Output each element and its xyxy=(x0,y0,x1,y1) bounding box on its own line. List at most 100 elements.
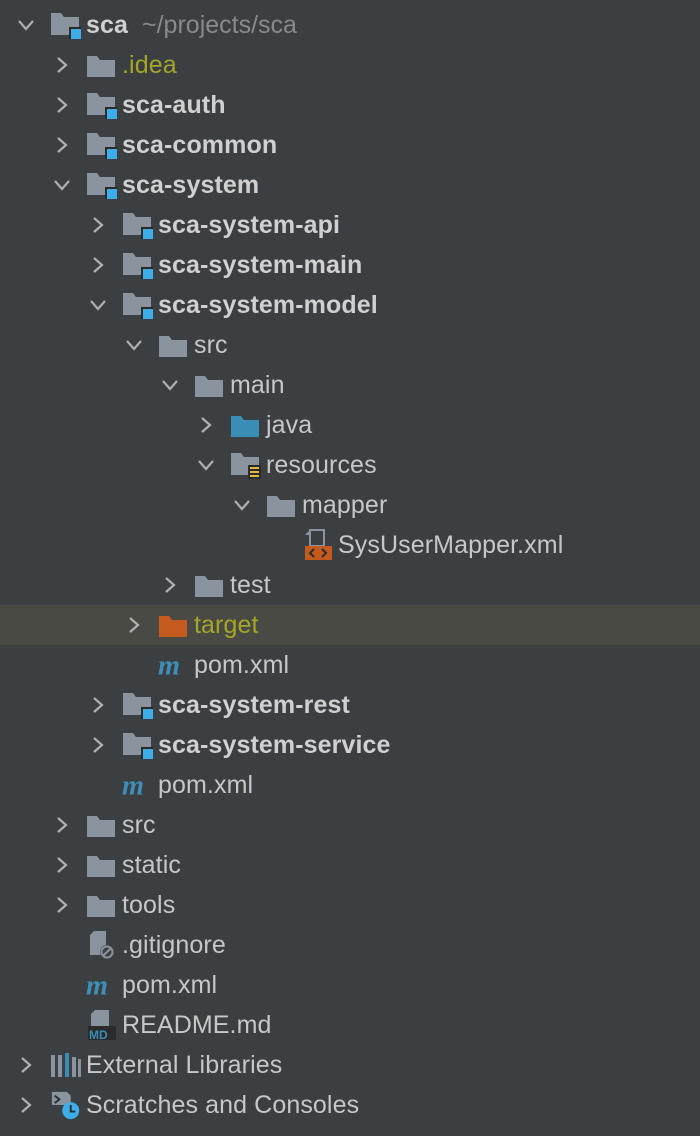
tree-row-resources[interactable]: resources xyxy=(0,445,700,485)
tree-item-label: sca-system-rest xyxy=(158,690,350,719)
tree-row-sca-system-main[interactable]: sca-system-main xyxy=(0,245,700,285)
tree-item-label: README.md xyxy=(122,1010,272,1039)
tree-item-label: java xyxy=(266,410,313,439)
tree-row-gitignore[interactable]: .gitignore xyxy=(0,925,700,965)
tree-row-sca-system-rest[interactable]: sca-system-rest xyxy=(0,685,700,725)
module-folder-icon xyxy=(86,129,118,161)
module-folder-icon xyxy=(50,9,82,41)
tree-item-label: pom.xml xyxy=(194,650,290,679)
tree-row-static[interactable]: static xyxy=(0,845,700,885)
svg-text:m: m xyxy=(86,970,108,1000)
tree-item-label: sca-system-main xyxy=(158,250,363,279)
scratches-icon xyxy=(50,1089,82,1121)
tree-row-src[interactable]: src xyxy=(0,805,700,845)
chevron-down-icon[interactable] xyxy=(122,333,146,357)
module-folder-icon xyxy=(122,209,154,241)
tree-item-label: src xyxy=(122,810,156,839)
svg-text:MD: MD xyxy=(89,1028,108,1041)
chevron-right-icon[interactable] xyxy=(50,133,74,157)
libraries-icon xyxy=(50,1049,82,1081)
project-path: ~/projects/sca xyxy=(142,10,297,39)
tree-row-sca-system[interactable]: sca-system xyxy=(0,165,700,205)
chevron-down-icon[interactable] xyxy=(14,13,38,37)
chevron-right-icon[interactable] xyxy=(86,253,110,277)
tree-row-readme-md[interactable]: MD README.md xyxy=(0,1005,700,1045)
chevron-right-icon[interactable] xyxy=(86,213,110,237)
folder-icon xyxy=(86,809,118,841)
tree-row-main[interactable]: main xyxy=(0,365,700,405)
chevron-right-icon[interactable] xyxy=(50,853,74,877)
gitignore-file-icon xyxy=(86,929,118,961)
module-folder-icon xyxy=(122,289,154,321)
chevron-down-icon[interactable] xyxy=(194,453,218,477)
chevron-right-icon[interactable] xyxy=(50,893,74,917)
source-folder-icon xyxy=(230,409,262,441)
chevron-down-icon[interactable] xyxy=(158,373,182,397)
tree-row-sca-system-service[interactable]: sca-system-service xyxy=(0,725,700,765)
tree-item-label: pom.xml xyxy=(158,770,254,799)
chevron-right-icon[interactable] xyxy=(122,613,146,637)
tree-row-tools[interactable]: tools xyxy=(0,885,700,925)
chevron-down-icon[interactable] xyxy=(50,173,74,197)
tree-item-label: mapper xyxy=(302,490,388,519)
chevron-down-icon[interactable] xyxy=(230,493,254,517)
tree-row-external-libraries[interactable]: External Libraries xyxy=(0,1045,700,1085)
module-folder-icon xyxy=(122,729,154,761)
maven-icon: m xyxy=(86,969,118,1001)
module-folder-icon xyxy=(122,249,154,281)
excluded-folder-icon xyxy=(158,609,190,641)
tree-item-label: sca-system-service xyxy=(158,730,391,759)
tree-item-label: resources xyxy=(266,450,377,479)
chevron-right-icon[interactable] xyxy=(50,93,74,117)
tree-row-sca-system-api[interactable]: sca-system-api xyxy=(0,205,700,245)
folder-icon xyxy=(194,569,226,601)
tree-row-pom-xml[interactable]: m pom.xml xyxy=(0,965,700,1005)
tree-row-idea[interactable]: .idea xyxy=(0,45,700,85)
maven-icon: m xyxy=(122,769,154,801)
tree-row-pom-xml[interactable]: m pom.xml xyxy=(0,645,700,685)
folder-icon xyxy=(86,889,118,921)
tree-item-label: target xyxy=(194,610,259,639)
tree-item-label: sca-auth xyxy=(122,90,226,119)
tree-item-label: .gitignore xyxy=(122,930,226,959)
tree-row-java[interactable]: java xyxy=(0,405,700,445)
tree-item-label: .idea xyxy=(122,50,177,79)
tree-row-sca-auth[interactable]: sca-auth xyxy=(0,85,700,125)
project-tree: sca ~/projects/sca .idea sca-auth sca-comm… xyxy=(0,0,700,1136)
chevron-right-icon[interactable] xyxy=(86,693,110,717)
chevron-right-icon[interactable] xyxy=(158,573,182,597)
folder-icon xyxy=(86,849,118,881)
resources-folder-icon xyxy=(230,449,262,481)
tree-item-label: External Libraries xyxy=(86,1050,283,1079)
folder-icon xyxy=(194,369,226,401)
tree-row-target[interactable]: target xyxy=(0,605,700,645)
tree-item-label: src xyxy=(194,330,228,359)
module-folder-icon xyxy=(86,89,118,121)
tree-row-scratches-and-consoles[interactable]: Scratches and Consoles xyxy=(0,1085,700,1125)
tree-row-sca-common[interactable]: sca-common xyxy=(0,125,700,165)
tree-row-pom-xml[interactable]: m pom.xml xyxy=(0,765,700,805)
tree-item-label: sca-common xyxy=(122,130,278,159)
tree-row-sysusermapper-xml[interactable]: SysUserMapper.xml xyxy=(0,525,700,565)
chevron-right-icon[interactable] xyxy=(50,813,74,837)
tree-row-test[interactable]: test xyxy=(0,565,700,605)
module-folder-icon xyxy=(122,689,154,721)
tree-row-sca-system-model[interactable]: sca-system-model xyxy=(0,285,700,325)
tree-item-label: static xyxy=(122,850,181,879)
chevron-right-icon[interactable] xyxy=(14,1093,38,1117)
chevron-right-icon[interactable] xyxy=(194,413,218,437)
maven-icon: m xyxy=(158,649,190,681)
tree-item-label: sca-system-api xyxy=(158,210,341,239)
svg-text:m: m xyxy=(158,650,180,680)
chevron-right-icon[interactable] xyxy=(86,733,110,757)
tree-row-sca[interactable]: sca ~/projects/sca xyxy=(0,5,700,45)
tree-row-src[interactable]: src xyxy=(0,325,700,365)
module-folder-icon xyxy=(86,169,118,201)
tree-row-mapper[interactable]: mapper xyxy=(0,485,700,525)
chevron-right-icon[interactable] xyxy=(50,53,74,77)
tree-item-label: Scratches and Consoles xyxy=(86,1090,360,1119)
folder-icon xyxy=(158,329,190,361)
chevron-right-icon[interactable] xyxy=(14,1053,38,1077)
chevron-down-icon[interactable] xyxy=(86,293,110,317)
svg-text:m: m xyxy=(122,770,144,800)
